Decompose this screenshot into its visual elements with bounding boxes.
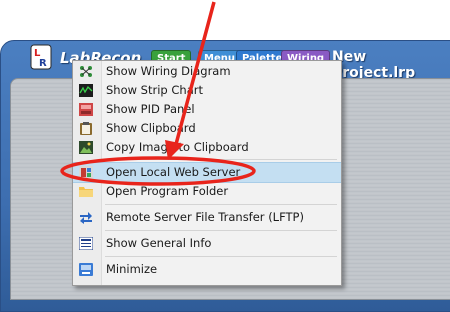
menu-item-label: Open Program Folder xyxy=(106,184,229,198)
wiring-diagram-icon xyxy=(80,66,92,77)
menu-item-show-wiring-diagram[interactable]: Show Wiring Diagram xyxy=(73,62,341,81)
menu-item-minimize[interactable]: Minimize xyxy=(73,260,341,279)
menu-item-label: Show General Info xyxy=(106,236,212,250)
svg-text:R: R xyxy=(39,58,47,69)
folder-icon xyxy=(79,187,93,197)
copy-image-icon xyxy=(79,141,93,154)
menu-item-label: Copy Image to Clipboard xyxy=(106,140,249,154)
menu-item-show-strip-chart[interactable]: Show Strip Chart xyxy=(73,81,341,100)
menu-item-show-pid-panel[interactable]: Show PID Panel xyxy=(73,100,341,119)
menu-item-label: Open Local Web Server xyxy=(106,165,241,179)
menu-item-show-clipboard[interactable]: Show Clipboard xyxy=(73,119,341,138)
menu-item-show-general-info[interactable]: Show General Info xyxy=(73,234,341,253)
menu-item-label: Remote Server File Transfer (LFTP) xyxy=(106,210,304,224)
info-icon xyxy=(79,237,93,250)
minimize-icon xyxy=(79,263,93,276)
strip-chart-icon xyxy=(79,84,93,97)
menu-item-label: Show Wiring Diagram xyxy=(106,64,231,78)
menu-item-label: Minimize xyxy=(106,262,158,276)
menu-item-label: Show PID Panel xyxy=(106,102,195,116)
menu-separator xyxy=(105,256,337,257)
labrecon-logo: L R xyxy=(30,44,52,70)
file-transfer-icon xyxy=(80,212,92,224)
menu-item-remote-server-file-transfer[interactable]: Remote Server File Transfer (LFTP) xyxy=(73,208,341,227)
menu-item-open-program-folder[interactable]: Open Program Folder xyxy=(73,182,341,201)
menu-separator xyxy=(105,159,337,160)
clipboard-icon xyxy=(80,122,92,135)
menu-item-label: Show Clipboard xyxy=(106,121,196,135)
project-title: New Project.lrp xyxy=(332,49,416,81)
menu-item-label: Show Strip Chart xyxy=(106,83,203,97)
menu-separator xyxy=(105,230,337,231)
menu-item-open-local-web-server[interactable]: Open Local Web Server xyxy=(73,162,341,183)
context-menu: Show Wiring Diagram Show Strip Chart Sho… xyxy=(72,60,342,286)
web-server-icon xyxy=(79,166,93,179)
menu-item-copy-image-to-clipboard[interactable]: Copy Image to Clipboard xyxy=(73,138,341,157)
pid-panel-icon xyxy=(79,103,93,116)
menu-separator xyxy=(105,204,337,205)
